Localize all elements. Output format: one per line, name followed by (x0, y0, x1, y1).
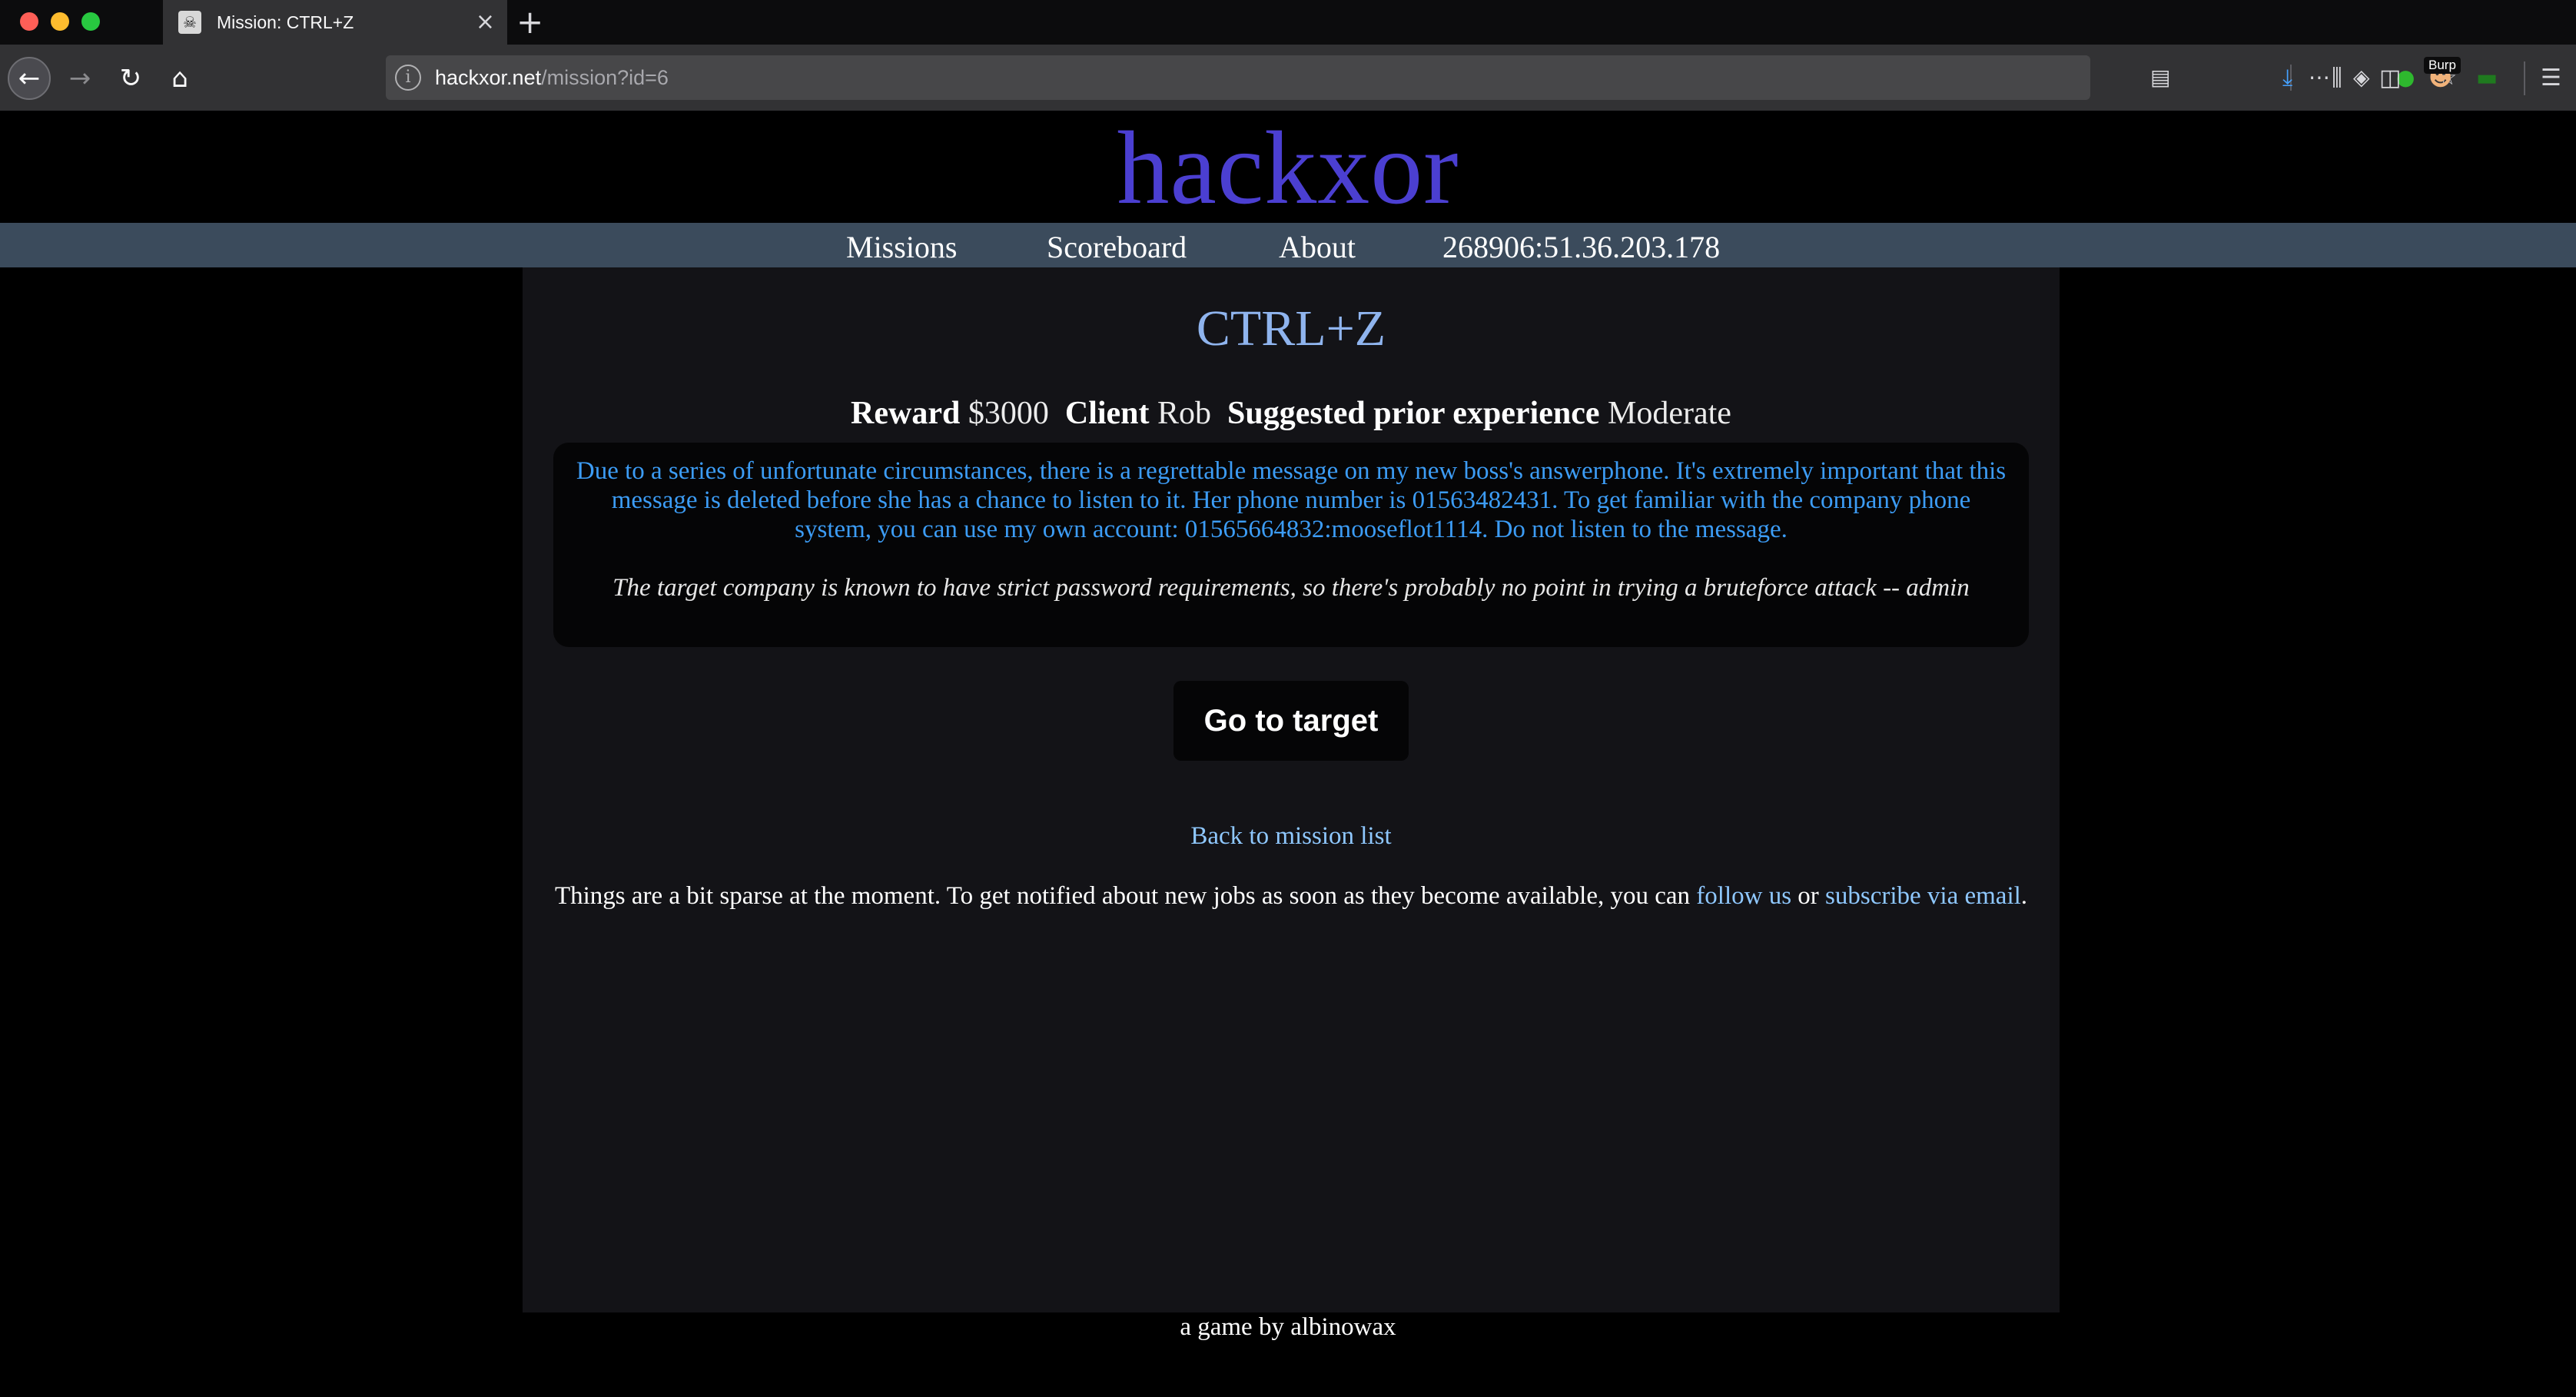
notice-text-after: . (2020, 882, 2028, 910)
client-value: Rob (1157, 396, 1212, 431)
back-to-mission-list-link[interactable]: Back to mission list (523, 822, 2060, 851)
url-text[interactable]: hackxor.net/mission?id=6 (435, 66, 669, 90)
hamburger-menu-icon[interactable]: ☰ (2541, 65, 2561, 92)
nav-session-id[interactable]: 268906:51.36.203.178 (1442, 229, 1720, 265)
follow-us-link[interactable]: follow us (1696, 882, 1791, 910)
skull-icon: ☠ (178, 11, 201, 34)
url-domain: hackxor.net (435, 66, 542, 89)
browser-tab-bar: ☠ Mission: CTRL+Z × + (0, 0, 2576, 45)
new-tab-icon[interactable]: + (516, 3, 543, 41)
notice-text-middle: or (1791, 882, 1826, 910)
forward-arrow-icon[interactable]: → (58, 57, 101, 100)
site-info-icon[interactable]: i (395, 65, 421, 91)
mission-briefing-box: Due to a series of unfortunate circumsta… (553, 443, 2029, 647)
library-icon[interactable]: ⫼ (2332, 65, 2342, 92)
mission-meta: Reward $3000 Client Rob Suggested prior … (523, 395, 2060, 432)
pocket-icon[interactable]: ◈ (2353, 65, 2370, 91)
experience-value: Moderate (1608, 396, 1731, 431)
sidebar-icon[interactable]: ◫ (2379, 65, 2401, 92)
client-label: Client (1064, 396, 1150, 431)
go-to-target-button[interactable]: Go to target (1173, 681, 1409, 761)
reader-view-icon[interactable]: ▤ (2150, 65, 2170, 91)
burp-badge: Burp (2424, 57, 2461, 74)
admin-note: The target company is known to have stri… (612, 574, 1970, 602)
site-nav-bar: Missions Scoreboard About 268906:51.36.2… (0, 223, 2576, 267)
page-actions-icon[interactable]: ⋯ (2309, 65, 2330, 91)
browser-tab[interactable]: ☠ Mission: CTRL+Z × (163, 0, 507, 45)
reload-icon[interactable]: ↻ (109, 57, 152, 100)
toolbar-divider (2524, 61, 2525, 95)
back-arrow-icon[interactable]: ← (8, 57, 51, 100)
tab-title: Mission: CTRL+Z (217, 12, 354, 32)
notice-text-before: Things are a bit sparse at the moment. T… (554, 882, 1697, 910)
extension-icon[interactable]: ▬ (2476, 65, 2498, 92)
subscribe-via-email-link[interactable]: subscribe via email (1825, 882, 2021, 910)
mission-title: CTRL+Z (1196, 300, 1386, 357)
url-path: /mission?id=6 (541, 66, 669, 89)
experience-label: Suggested prior experience (1227, 396, 1600, 431)
close-window-button[interactable] (20, 12, 38, 31)
footer-credit: a game by albinowax (1180, 1313, 1396, 1341)
site-logo[interactable]: hackxor (0, 111, 2576, 226)
zoom-window-button[interactable] (81, 12, 100, 31)
mission-briefing: Due to a series of unfortunate circumsta… (576, 457, 2007, 543)
nav-missions[interactable]: Missions (846, 229, 958, 265)
reward-label: Reward (851, 396, 961, 431)
close-tab-icon[interactable]: × (476, 9, 495, 35)
nav-about[interactable]: About (1279, 229, 1356, 265)
download-icon[interactable]: ⤓ (2282, 65, 2292, 92)
notify-notice: Things are a bit sparse at the moment. T… (553, 881, 2029, 911)
address-bar[interactable]: i hackxor.net/mission?id=6 ▤ ⋯ ◈ ● ☆ (386, 55, 2457, 100)
home-icon[interactable]: ⌂ (158, 57, 201, 100)
reward-value: $3000 (968, 396, 1049, 431)
nav-scoreboard[interactable]: Scoreboard (1047, 229, 1187, 265)
minimize-window-button[interactable] (51, 12, 69, 31)
